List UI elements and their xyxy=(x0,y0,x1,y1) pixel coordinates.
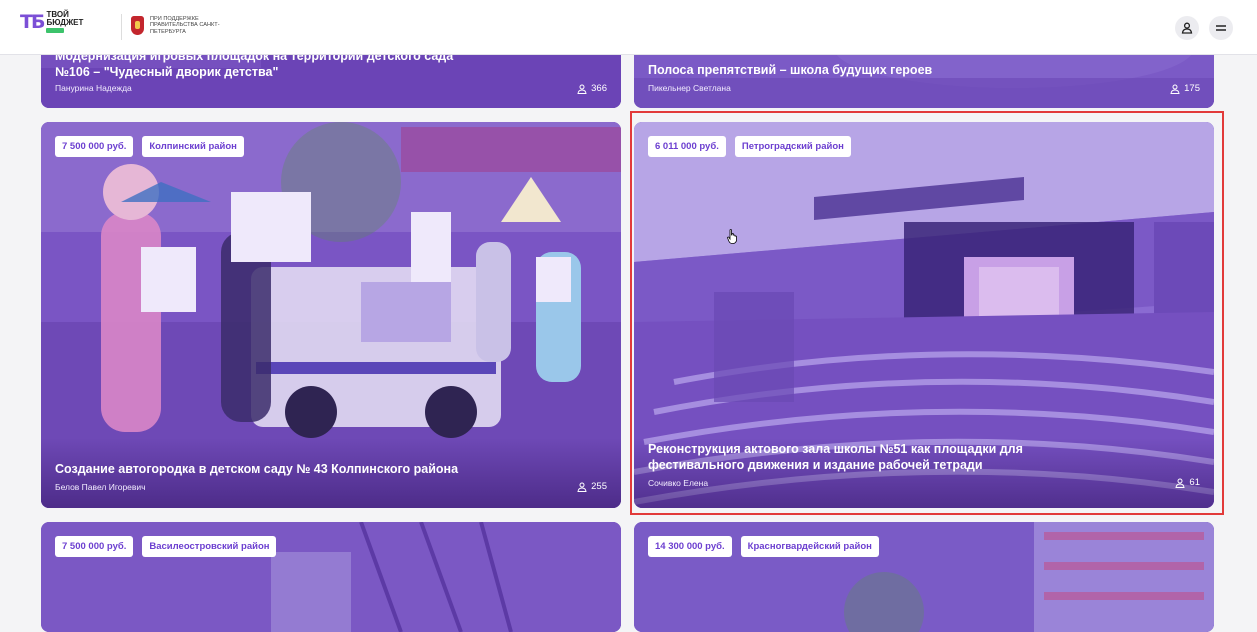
header-divider xyxy=(121,14,122,40)
card-author: Сочивко Елена xyxy=(648,478,709,488)
project-card[interactable]: 14 300 000 руб. Красногвардейский район xyxy=(634,522,1214,632)
card-votes-count: 61 xyxy=(1189,477,1200,488)
logo-badge xyxy=(46,28,65,33)
district-tag[interactable]: Красногвардейский район xyxy=(740,536,879,557)
price-tag: 6 011 000 руб. xyxy=(648,136,726,157)
voters-icon xyxy=(1170,84,1180,94)
government-support-text: При поддержке Правительства Санкт-Петерб… xyxy=(150,16,220,35)
card-author: Белов Павел Игоревич xyxy=(55,482,146,492)
card-tags: 6 011 000 руб. Петроградский район xyxy=(648,136,851,157)
logo-line-2: БЮДЖЕТ xyxy=(46,18,84,27)
card-votes: 61 xyxy=(1175,477,1200,488)
price-tag: 14 300 000 руб. xyxy=(648,536,732,557)
coat-of-arms-icon xyxy=(131,16,144,35)
logo-words: ТВОЙ БЮДЖЕТ xyxy=(46,11,83,33)
user-icon xyxy=(1181,22,1193,34)
project-card[interactable]: 6 011 000 руб. Петроградский район Рекон… xyxy=(634,122,1214,508)
price-tag: 7 500 000 руб. xyxy=(55,136,134,157)
project-card[interactable]: 7 500 000 руб. Колпинский район Создание… xyxy=(41,122,621,508)
card-tags: 14 300 000 руб. Красногвардейский район xyxy=(648,536,879,557)
menu-button[interactable] xyxy=(1209,16,1233,40)
card-title[interactable]: Реконструкция актового зала школы №51 ка… xyxy=(648,441,1048,473)
voters-icon xyxy=(1175,478,1185,488)
card-title[interactable]: Полоса препятствий – школа будущих герое… xyxy=(648,62,1098,78)
card-votes: 366 xyxy=(577,83,607,94)
voters-icon xyxy=(577,84,587,94)
hand-cursor-icon xyxy=(727,229,739,249)
district-tag[interactable]: Колпинский район xyxy=(142,136,244,157)
card-tags: 7 500 000 руб. Колпинский район xyxy=(55,136,244,157)
card-votes-count: 255 xyxy=(591,481,607,492)
menu-icon xyxy=(1216,25,1226,31)
card-title[interactable]: Создание автогородка в детском саду № 43… xyxy=(55,461,555,477)
logo-mark: TБ xyxy=(20,11,45,33)
card-votes-count: 175 xyxy=(1184,83,1200,94)
card-tags: 7 500 000 руб. Василеостровский район xyxy=(55,536,277,557)
card-votes-count: 366 xyxy=(591,83,607,94)
card-author: Пикельнер Светлана xyxy=(648,83,731,93)
district-tag[interactable]: Петроградский район xyxy=(734,136,851,157)
project-card[interactable]: 7 500 000 руб. Василеостровский район xyxy=(41,522,621,632)
profile-button[interactable] xyxy=(1175,16,1199,40)
site-header: TБ ТВОЙ БЮДЖЕТ При поддержке Правительст… xyxy=(0,0,1257,55)
price-tag: 7 500 000 руб. xyxy=(55,536,134,557)
logo[interactable]: TБ ТВОЙ БЮДЖЕТ xyxy=(20,11,83,33)
card-votes: 255 xyxy=(577,481,607,492)
card-votes: 175 xyxy=(1170,83,1200,94)
voters-icon xyxy=(577,482,587,492)
district-tag[interactable]: Василеостровский район xyxy=(142,536,277,557)
card-author: Панурина Надежда xyxy=(55,83,132,93)
